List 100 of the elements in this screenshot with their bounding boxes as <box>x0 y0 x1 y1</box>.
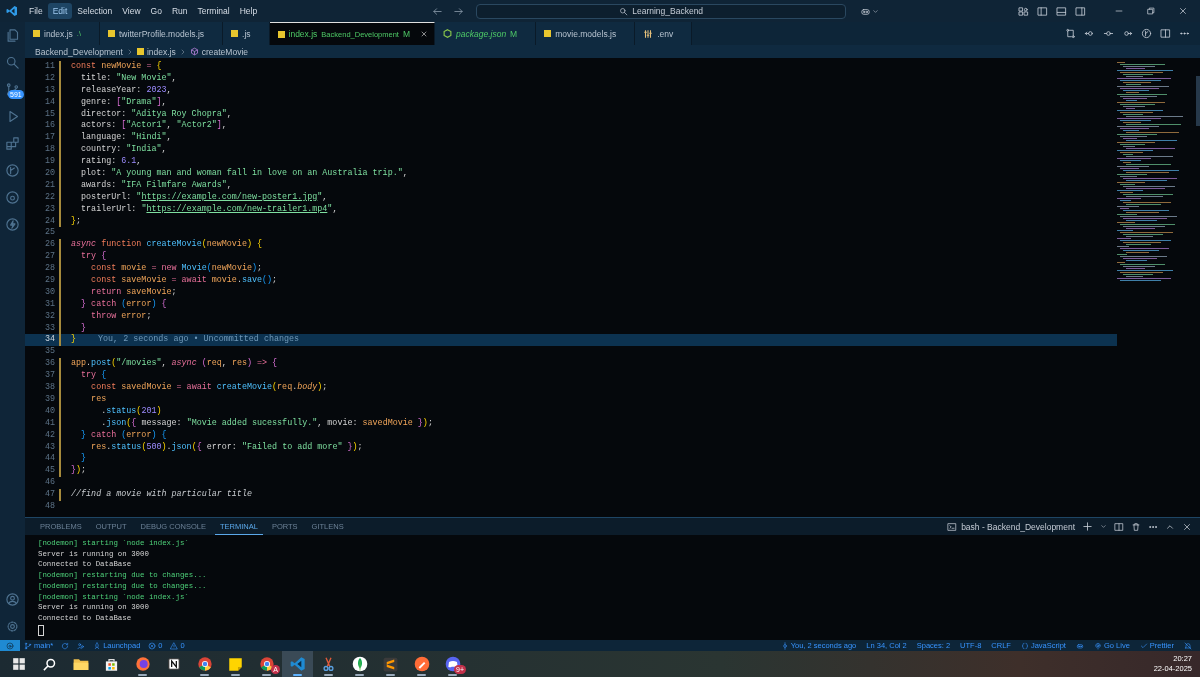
next-change-icon[interactable] <box>1122 28 1133 39</box>
sidebar-left-icon[interactable] <box>1037 5 1048 17</box>
status-button[interactable] <box>0 640 20 651</box>
running-indicator <box>293 674 302 676</box>
line-number: 31 <box>43 298 55 311</box>
sticky-note-icon[interactable] <box>228 656 243 672</box>
monitor-icon[interactable] <box>5 190 20 205</box>
editor-tab[interactable]: .env <box>635 22 693 45</box>
line-number: 13 <box>43 84 55 97</box>
code-line: genre: ["Drama"], <box>80 96 167 109</box>
layout-icon[interactable] <box>1018 5 1029 17</box>
lightning-icon[interactable] <box>5 217 20 232</box>
trash-icon[interactable] <box>1131 521 1141 532</box>
code-editor-icon[interactable] <box>289 656 306 672</box>
split-editor-icon[interactable] <box>1160 28 1171 39</box>
close-icon[interactable] <box>1178 6 1188 16</box>
plus-icon[interactable] <box>1082 521 1093 532</box>
line-number: 18 <box>43 144 55 157</box>
menu-item[interactable]: Go <box>145 3 167 19</box>
code-line: trailerUrl: "https://example.com/new-trailer1.mp4", <box>80 203 338 216</box>
browser-icon[interactable] <box>134 656 151 672</box>
blocks-icon[interactable] <box>5 136 20 151</box>
code-line: title: "New Movie", <box>80 72 177 85</box>
check-icon[interactable] <box>1139 641 1148 650</box>
code-line: try { <box>80 251 107 264</box>
menu-item[interactable]: File <box>24 3 48 19</box>
editor-tab[interactable]: twitterProfile.models.js <box>100 22 224 45</box>
running-indicator <box>417 674 426 676</box>
sidebar-right-icon[interactable] <box>1075 5 1086 17</box>
panel-bottom-icon[interactable] <box>1056 5 1067 17</box>
scrollbar-thumb[interactable] <box>1196 76 1200 126</box>
hexagon-icon <box>443 29 452 38</box>
search-icon[interactable] <box>42 656 57 672</box>
menu-item[interactable]: Selection <box>72 3 118 19</box>
previous-change-icon[interactable] <box>1084 28 1095 39</box>
remote-icon[interactable] <box>6 641 14 650</box>
back-arrow-icon[interactable] <box>432 5 444 17</box>
s-shape-icon[interactable] <box>383 656 398 672</box>
folder-icon[interactable] <box>72 657 89 671</box>
running-indicator <box>231 674 240 676</box>
notebook-icon[interactable] <box>166 657 181 671</box>
code-line: //find a movie with particular title <box>71 489 252 501</box>
chevron-down-icon[interactable] <box>1100 523 1107 530</box>
commit-icon[interactable] <box>1103 28 1114 39</box>
browser-icon[interactable] <box>196 656 213 672</box>
bell-slash-icon[interactable] <box>1184 641 1192 650</box>
js-file-icon <box>108 30 115 37</box>
robot-icon[interactable] <box>1075 641 1084 650</box>
people-icon[interactable] <box>77 641 86 650</box>
close-icon[interactable] <box>420 30 428 38</box>
line-number: 20 <box>43 168 55 180</box>
split-terminal-icon[interactable] <box>1114 521 1124 532</box>
broadcast-icon[interactable] <box>1093 641 1102 650</box>
editor-tab[interactable]: package.json M <box>435 22 537 45</box>
graph-icon[interactable] <box>5 163 20 178</box>
editor-tab[interactable]: movie.models.js <box>536 22 636 45</box>
leaf-icon[interactable] <box>351 656 368 672</box>
menu-item[interactable]: Help <box>234 3 263 19</box>
warning-icon[interactable] <box>170 641 179 650</box>
rocket-circle-icon[interactable] <box>413 656 430 672</box>
chevron-down-icon[interactable] <box>872 7 880 15</box>
windows-icon[interactable] <box>11 657 26 671</box>
line-number: 45 <box>43 465 55 478</box>
menu-item[interactable]: Edit <box>47 3 73 19</box>
code-line: const savedMovie = await createMovie(req.body); <box>90 382 328 394</box>
breadcrumb-item[interactable]: Backend_Development <box>35 46 123 57</box>
restore-icon[interactable] <box>1146 6 1156 16</box>
code-line: } <box>80 453 87 466</box>
line-number: 27 <box>43 251 55 264</box>
compare-icon[interactable] <box>1065 28 1076 39</box>
settings-icon[interactable] <box>5 619 20 634</box>
close-icon[interactable] <box>1182 521 1192 532</box>
breadcrumb-item[interactable]: createMovie <box>201 46 249 57</box>
menu-item[interactable]: Run <box>166 3 193 19</box>
forward-arrow-icon[interactable] <box>453 5 465 17</box>
editor-tab[interactable]: .js <box>223 22 270 45</box>
js-file-icon <box>544 30 552 37</box>
terminal-cursor <box>38 624 44 636</box>
menu-item[interactable]: Terminal <box>192 3 235 19</box>
breadcrumb-item[interactable]: index.js <box>146 46 176 57</box>
braces-icon[interactable] <box>1020 641 1029 650</box>
menu-item[interactable]: View <box>117 3 146 19</box>
browser-icon[interactable] <box>258 656 275 672</box>
code-line: try { <box>80 370 107 383</box>
error-icon[interactable] <box>148 641 157 650</box>
code-line: }); <box>71 465 87 478</box>
rocket-icon[interactable] <box>93 641 102 650</box>
js-file-icon <box>277 30 285 38</box>
files-icon[interactable] <box>5 28 20 43</box>
code-line: } <box>71 334 77 347</box>
js-file-icon <box>231 30 239 37</box>
sync-icon[interactable] <box>61 641 70 650</box>
command-center-field[interactable]: Learning_Backend <box>476 3 847 19</box>
store-bag-icon[interactable] <box>104 656 119 672</box>
line-number: 26 <box>43 239 55 252</box>
line-number: 19 <box>43 156 55 169</box>
scissors-icon[interactable] <box>321 656 336 672</box>
account-icon[interactable] <box>5 592 20 607</box>
terminal-name[interactable]: bash - Backend_Development <box>961 521 1075 532</box>
line-number: 14 <box>43 96 55 109</box>
